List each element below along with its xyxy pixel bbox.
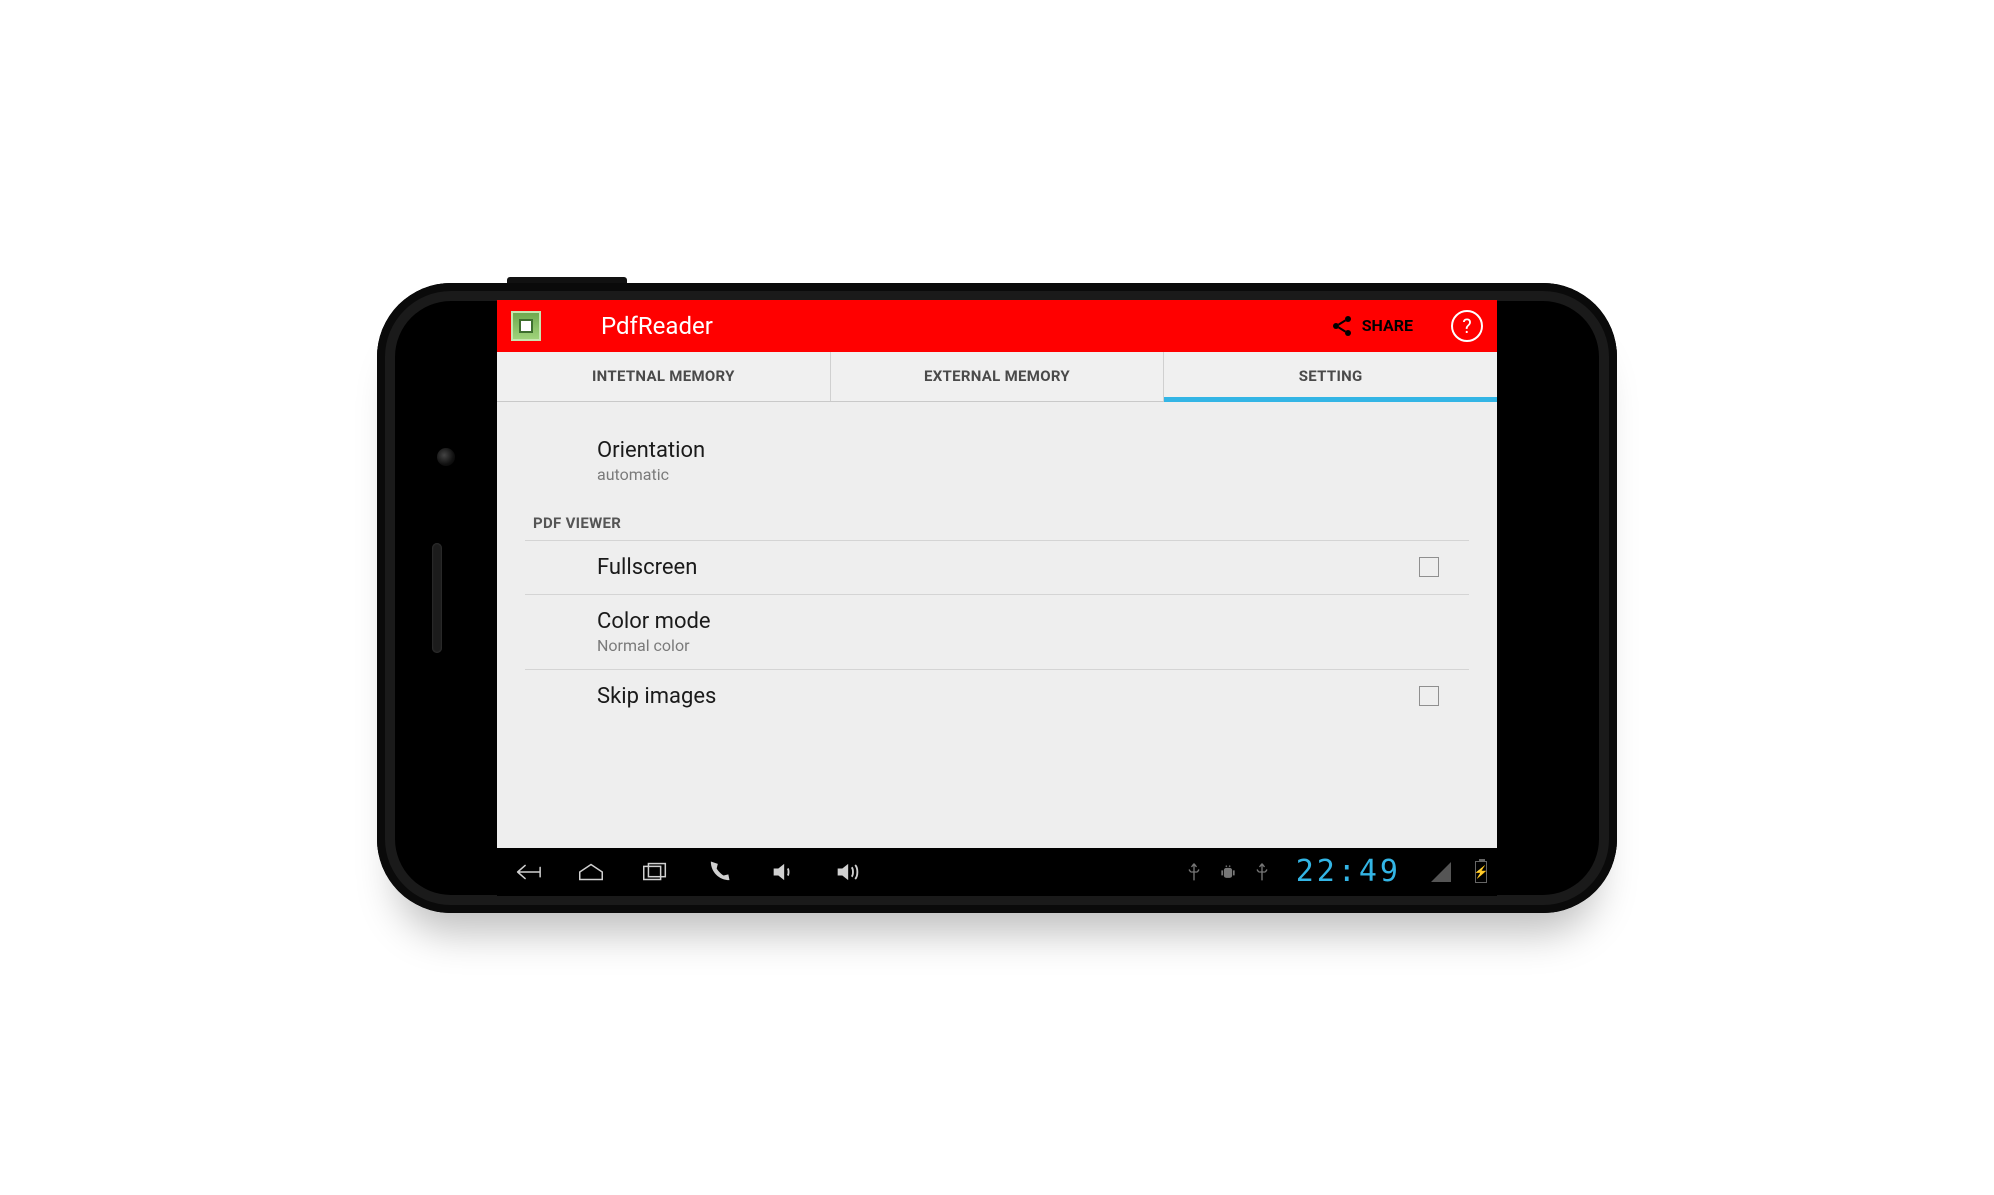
setting-color-mode[interactable]: Color mode Normal color <box>525 595 1469 670</box>
setting-summary: automatic <box>597 465 1469 484</box>
volume-low-icon[interactable] <box>763 858 803 886</box>
setting-title: Color mode <box>597 609 1469 634</box>
help-button[interactable]: ? <box>1451 310 1483 342</box>
usb-icon <box>1252 862 1272 882</box>
checkbox-fullscreen[interactable] <box>1419 557 1439 577</box>
nav-recent-button[interactable] <box>635 858 675 886</box>
setting-fullscreen[interactable]: Fullscreen <box>525 541 1469 595</box>
tab-label: EXTERNAL MEMORY <box>924 367 1070 385</box>
usb-icon <box>1184 862 1204 882</box>
phone-chassis: PdfReader SHARE ? INTETNAL MEMORY <box>377 283 1617 913</box>
android-debug-icon <box>1218 862 1238 882</box>
checkbox-skip-images[interactable] <box>1419 686 1439 706</box>
tab-setting[interactable]: SETTING <box>1163 352 1497 401</box>
phone-icon[interactable] <box>699 858 739 886</box>
help-icon: ? <box>1462 314 1471 338</box>
battery-icon: ⚡ <box>1475 861 1487 883</box>
setting-summary: Normal color <box>597 636 1469 655</box>
setting-title: Skip images <box>597 684 1419 709</box>
tab-label: SETTING <box>1299 367 1363 385</box>
tab-external-memory[interactable]: EXTERNAL MEMORY <box>830 352 1164 401</box>
setting-orientation[interactable]: Orientation automatic <box>525 424 1469 498</box>
device-screen: PdfReader SHARE ? INTETNAL MEMORY <box>497 300 1497 896</box>
app-icon <box>511 311 541 341</box>
status-tray <box>1184 862 1272 882</box>
setting-title: Fullscreen <box>597 555 1419 580</box>
status-clock: 22:49 <box>1296 854 1401 889</box>
tab-internal-memory[interactable]: INTETNAL MEMORY <box>497 352 830 401</box>
share-button[interactable]: SHARE <box>1330 314 1413 338</box>
volume-high-icon[interactable] <box>827 858 867 886</box>
share-label: SHARE <box>1362 316 1413 335</box>
tab-label: INTETNAL MEMORY <box>592 367 735 385</box>
section-header-pdf-viewer: PDF VIEWER <box>525 498 1469 541</box>
nav-home-button[interactable] <box>571 858 611 886</box>
signal-icon <box>1431 862 1451 882</box>
tab-bar: INTETNAL MEMORY EXTERNAL MEMORY SETTING <box>497 352 1497 402</box>
settings-list[interactable]: Orientation automatic PDF VIEWER Fullscr… <box>497 402 1497 848</box>
action-bar: PdfReader SHARE ? <box>497 300 1497 352</box>
share-icon <box>1330 314 1354 338</box>
phone-speaker <box>432 543 442 653</box>
charging-icon: ⚡ <box>1476 862 1486 882</box>
system-nav-bar: 22:49 ⚡ <box>497 848 1497 896</box>
phone-camera <box>437 448 455 466</box>
nav-back-button[interactable] <box>507 858 547 886</box>
setting-skip-images[interactable]: Skip images <box>525 670 1469 723</box>
setting-title: Orientation <box>597 438 1469 463</box>
app-title: PdfReader <box>601 312 713 340</box>
